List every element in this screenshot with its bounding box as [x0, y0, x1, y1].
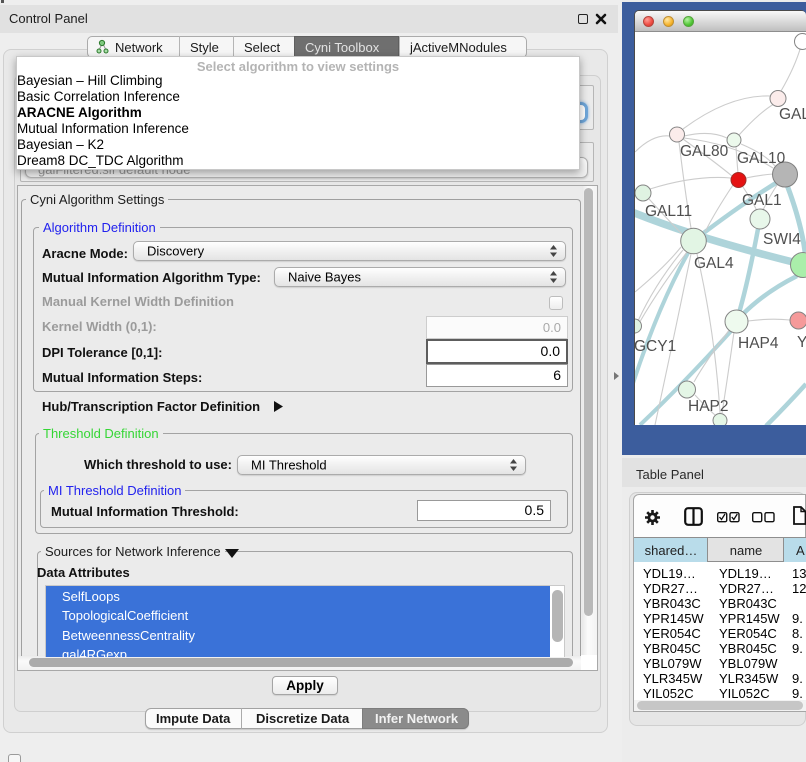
- svg-text:HAP4: HAP4: [738, 335, 779, 352]
- svg-text:GCY1: GCY1: [635, 338, 676, 355]
- svg-text:GAL1: GAL1: [742, 192, 782, 209]
- svg-text:GAL4: GAL4: [694, 255, 734, 272]
- svg-text:GAL10: GAL10: [737, 150, 786, 167]
- svg-text:HAP2: HAP2: [688, 398, 729, 415]
- svg-text:GAL11: GAL11: [645, 203, 692, 220]
- svg-text:GAL80: GAL80: [680, 143, 729, 160]
- svg-text:Y: Y: [797, 334, 806, 351]
- svg-text:SWI4: SWI4: [763, 231, 801, 248]
- svg-text:GAL: GAL: [779, 106, 806, 123]
